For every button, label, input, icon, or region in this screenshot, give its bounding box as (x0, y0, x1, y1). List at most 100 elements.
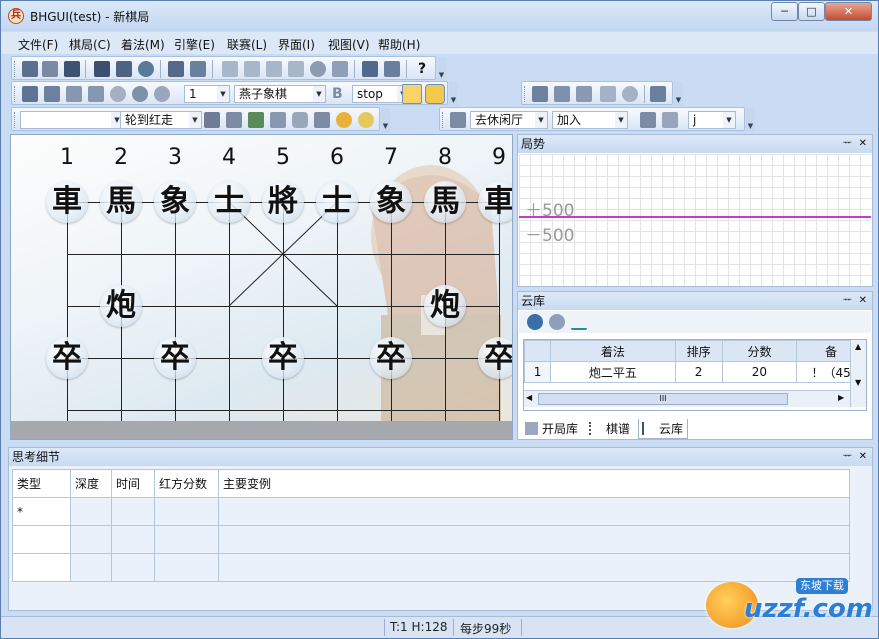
col-move[interactable]: 着法 (550, 340, 676, 362)
toolbar-grip[interactable] (442, 112, 445, 128)
menu-league[interactable]: 联赛(L) (227, 36, 267, 53)
col-red-score[interactable]: 红方分数 (154, 469, 219, 498)
col-score[interactable]: 分数 (721, 340, 798, 362)
last-move-icon[interactable] (288, 61, 304, 77)
chess-piece[interactable]: 象 (154, 181, 196, 223)
pin-icon[interactable]: ᅲ (843, 448, 852, 466)
pin-icon[interactable]: ᅲ (843, 292, 852, 310)
close-panel-icon[interactable]: ✕ (859, 448, 867, 466)
tab-cloud[interactable]: 云库 (638, 419, 689, 439)
scroll-left-icon[interactable]: ◀ (526, 393, 532, 402)
tab-opening-book[interactable]: 开局库 (522, 419, 582, 439)
toolbar-overflow[interactable]: ▼ (674, 82, 683, 106)
table-row[interactable]: * (12, 497, 850, 526)
menu-engine[interactable]: 引擎(E) (174, 36, 215, 53)
undo-icon[interactable] (310, 61, 326, 77)
menu-help[interactable]: 帮助(H) (378, 36, 420, 53)
window-icon[interactable] (362, 61, 378, 77)
col-depth[interactable]: 深度 (70, 469, 112, 498)
maximize-button[interactable]: □ (798, 2, 825, 21)
level-select[interactable]: ▼ (20, 111, 124, 129)
add-window-icon[interactable] (576, 86, 592, 102)
y-icon[interactable] (292, 112, 308, 128)
chess-piece[interactable]: 卒 (46, 337, 88, 379)
open-icon[interactable] (42, 61, 58, 77)
scroll-right-icon[interactable]: ▶ (838, 393, 844, 402)
toolbar-overflow[interactable]: ▼ (437, 57, 446, 81)
panel-icon[interactable] (650, 86, 666, 102)
chess-piece[interactable]: 卒 (478, 337, 512, 379)
computer-icon[interactable] (66, 86, 82, 102)
toolbar-grip[interactable] (14, 61, 17, 77)
vertical-scrollbar[interactable]: ▲ ▼ (850, 340, 866, 407)
cloud-search-icon[interactable] (549, 314, 565, 330)
prev-move-icon[interactable] (244, 61, 260, 77)
new-game-icon[interactable] (22, 61, 38, 77)
col-time[interactable]: 时间 (111, 469, 155, 498)
back-icon[interactable] (600, 86, 616, 102)
edit-board-icon[interactable] (94, 61, 110, 77)
monitor-icon[interactable] (204, 112, 220, 128)
pin-icon[interactable]: ᅲ (843, 135, 852, 153)
horizontal-scrollbar[interactable]: ◀ III ▶ (524, 390, 850, 407)
hall-select[interactable]: 去休闲厅 ▼ (470, 111, 548, 129)
engine-number-select[interactable]: 1 ▼ (184, 85, 230, 103)
close-panel-icon[interactable]: ✕ (859, 292, 867, 310)
engine-name-select[interactable]: 燕子象棋 ▼ (234, 85, 326, 103)
hall-icon[interactable] (450, 112, 466, 128)
target-icon[interactable] (154, 86, 170, 102)
hint-icon[interactable] (110, 86, 126, 102)
search-icon[interactable] (132, 86, 148, 102)
layout-icon[interactable] (384, 61, 400, 77)
minimize-button[interactable]: ─ (771, 2, 798, 21)
menu-view[interactable]: 视图(V) (328, 36, 370, 53)
chess-piece[interactable]: 車 (478, 181, 512, 223)
flip-icon[interactable] (332, 61, 348, 77)
menu-moves[interactable]: 着法(M) (121, 36, 165, 53)
table-row[interactable]: 1 炮二平五 2 20 ！（45 (524, 361, 866, 383)
scroll-thumb[interactable]: III (538, 393, 788, 405)
room-icon[interactable] (640, 112, 656, 128)
chess-piece[interactable]: 士 (208, 181, 250, 223)
chess-piece[interactable]: 炮 (424, 285, 466, 327)
save-icon[interactable] (64, 61, 80, 77)
chess-piece[interactable]: 卒 (154, 337, 196, 379)
first-move-icon[interactable] (222, 61, 238, 77)
cycle-icon[interactable] (622, 86, 638, 102)
monitor-off-icon[interactable] (226, 112, 242, 128)
j-select[interactable]: j ▼ (688, 111, 736, 129)
recycle-icon[interactable] (248, 112, 264, 128)
col-rank[interactable]: 排序 (674, 340, 723, 362)
grid-icon[interactable] (554, 86, 570, 102)
scroll-up-icon[interactable]: ▲ (855, 342, 861, 351)
engine-play-icon[interactable] (425, 84, 445, 104)
paste-icon[interactable] (190, 61, 206, 77)
shuai-icon[interactable] (336, 112, 352, 128)
analyze-icon[interactable] (402, 84, 422, 104)
toolbar-grip[interactable] (14, 86, 17, 102)
menu-interface[interactable]: 界面(I) (278, 36, 315, 53)
chess-board[interactable]: 123456789 車馬象士將士象馬車炮炮卒卒卒卒卒 (10, 134, 513, 440)
computer2-icon[interactable] (88, 86, 104, 102)
jiang-icon[interactable] (358, 112, 374, 128)
engine-load-icon[interactable] (22, 86, 38, 102)
turn-select[interactable]: 轮到红走 ▼ (120, 111, 202, 129)
chess-piece[interactable]: 車 (46, 181, 88, 223)
chess-piece[interactable]: 將 (262, 181, 304, 223)
table-row[interactable] (12, 525, 850, 554)
chess-piece[interactable]: 象 (370, 181, 412, 223)
image-icon[interactable] (116, 61, 132, 77)
down-arrow-icon[interactable] (662, 112, 678, 128)
toolbar-overflow[interactable]: ▼ (746, 108, 755, 132)
col-type[interactable]: 类型 (12, 469, 71, 498)
chess-piece[interactable]: 卒 (262, 337, 304, 379)
chess-piece[interactable]: 卒 (370, 337, 412, 379)
toolbar-grip[interactable] (524, 86, 527, 102)
toolbar-grip[interactable] (14, 112, 17, 128)
chess-piece[interactable]: 馬 (424, 181, 466, 223)
col-main-line[interactable]: 主要变例 (218, 469, 850, 498)
close-window-button[interactable]: ✕ (825, 2, 872, 21)
chat-icon[interactable] (314, 112, 330, 128)
toolbar-overflow[interactable]: ▼ (381, 108, 390, 132)
cloud-refresh-icon[interactable] (527, 314, 543, 330)
